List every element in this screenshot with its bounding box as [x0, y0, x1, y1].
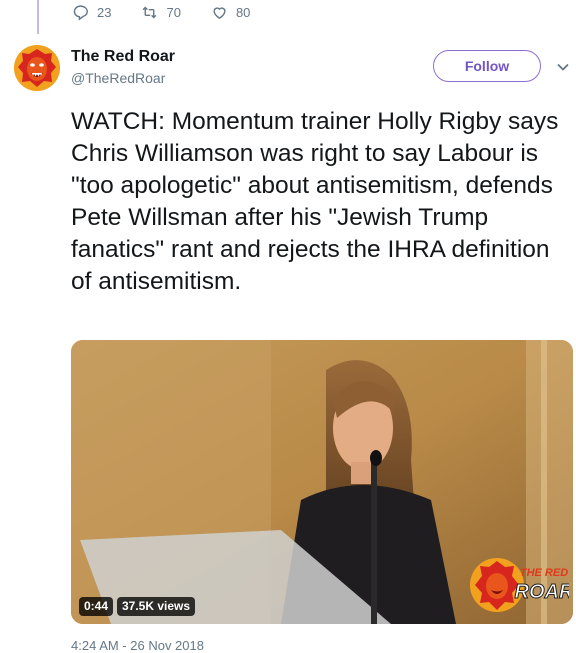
tweet-timestamp[interactable]: 4:24 AM - 26 Nov 2018: [71, 638, 204, 653]
previous-tweet-actions: 23 70 80: [72, 4, 280, 21]
author-handle[interactable]: @TheRedRoar: [71, 70, 175, 86]
watermark-bottom-text: ROAR: [515, 581, 569, 603]
video-views: 37.5K views: [117, 597, 196, 616]
author-name[interactable]: The Red Roar: [71, 48, 175, 66]
reply-count: 23: [97, 5, 112, 20]
like-count: 80: [235, 5, 251, 20]
tweet-text: WATCH: Momentum trainer Holly Rigby says…: [71, 108, 559, 295]
chevron-down-icon[interactable]: [556, 60, 570, 74]
watermark-top-text: THE RED: [520, 567, 568, 579]
thread-connector-line: [37, 0, 39, 34]
follow-button[interactable]: Follow: [433, 50, 541, 82]
retweet-button[interactable]: 70: [141, 4, 181, 21]
reply-icon: [73, 5, 88, 21]
lion-watermark-icon: THE RED ROAR: [470, 558, 573, 612]
heart-icon: [213, 7, 226, 19]
avatar[interactable]: [14, 45, 60, 91]
reply-button[interactable]: 23: [72, 4, 111, 21]
video-player[interactable]: THE RED ROAR 0:44 37.5K views: [71, 340, 573, 624]
lion-logo-icon: [14, 45, 60, 91]
like-button[interactable]: 80: [211, 4, 250, 21]
author-info[interactable]: The Red Roar @TheRedRoar: [71, 48, 175, 86]
red-roar-watermark: THE RED ROAR: [469, 552, 573, 614]
retweet-count: 70: [166, 5, 181, 20]
video-duration: 0:44: [79, 597, 114, 616]
retweet-icon: [143, 6, 157, 19]
